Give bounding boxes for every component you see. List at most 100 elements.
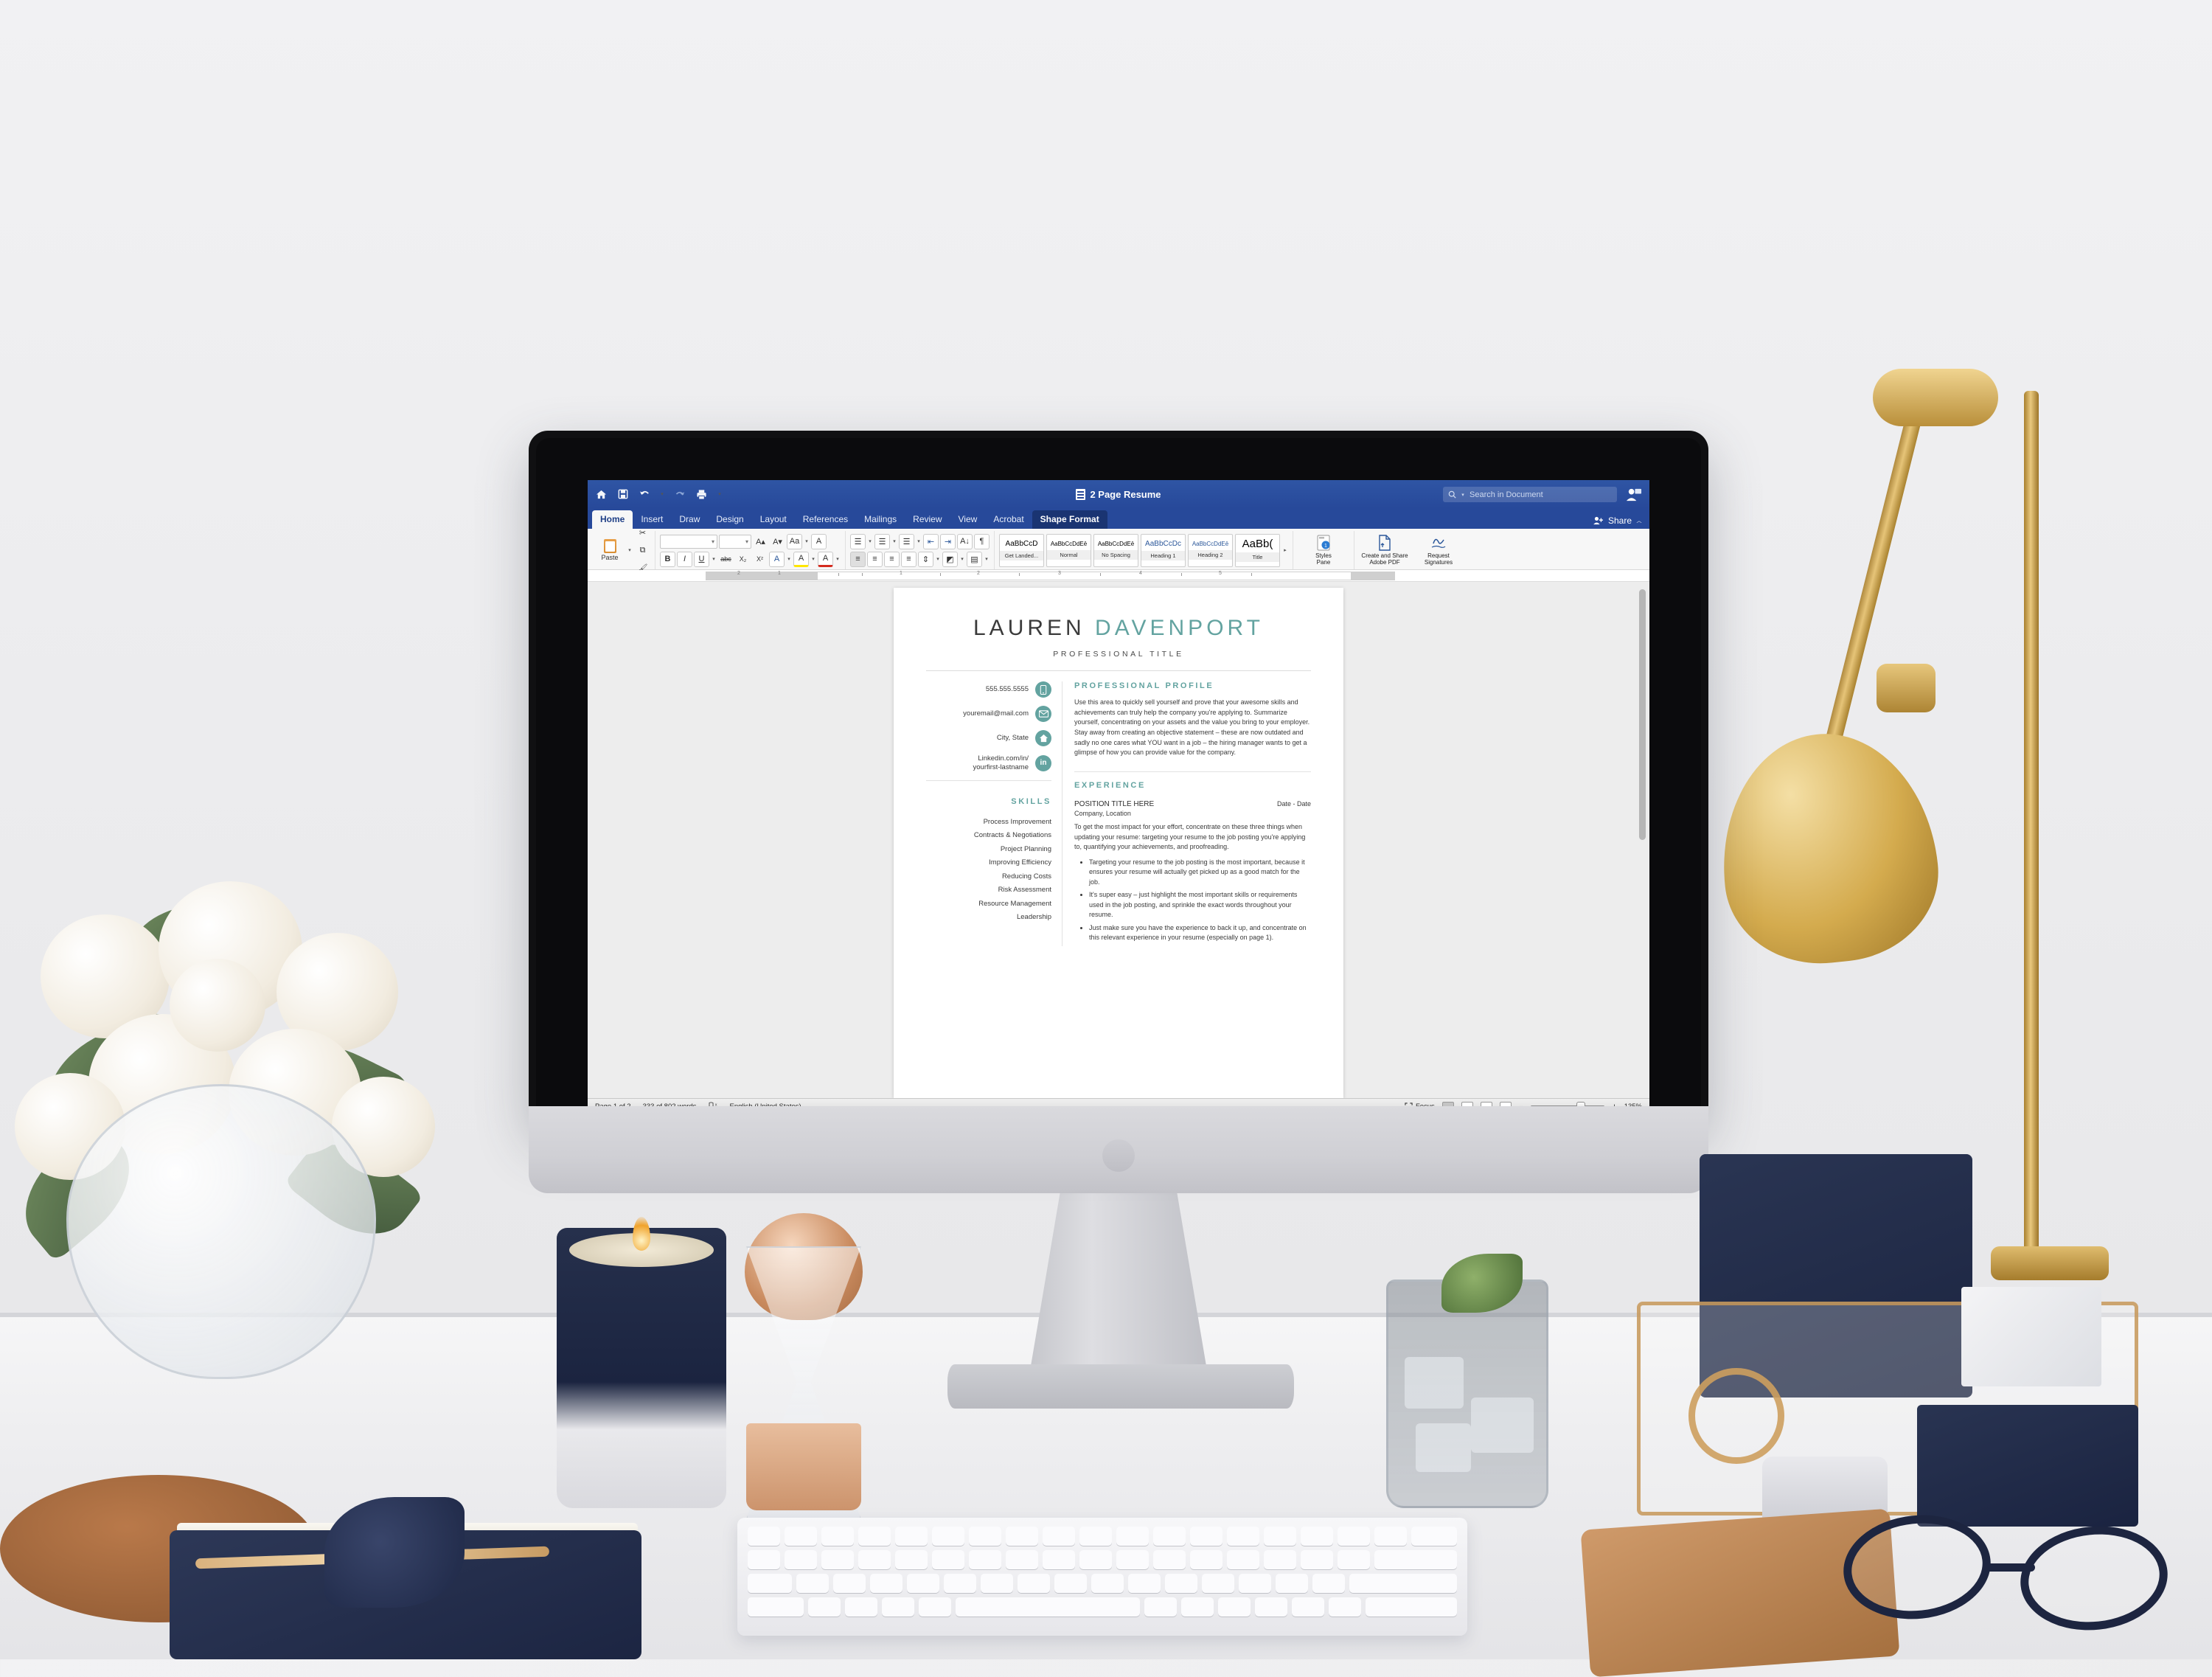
tab-draw[interactable]: Draw bbox=[671, 510, 708, 529]
ribbon-group-paragraph[interactable]: ☰ ▾ ☰ ▾ ☰ ▾ ⇤ ⇥ A↓ ¶ ≡ ≡ ≡ ≡ ⇕ ▾ ◩ ▾ ▤ ▾ bbox=[846, 531, 995, 569]
line-spacing-dropdown-icon[interactable]: ▾ bbox=[935, 556, 941, 562]
copy-icon[interactable]: ⧉ bbox=[635, 543, 650, 558]
numbering-icon[interactable]: ☰ bbox=[874, 533, 890, 549]
save-icon[interactable] bbox=[616, 488, 629, 501]
job-intro: To get the most impact for your effort, … bbox=[1074, 823, 1306, 851]
account-avatar-icon[interactable] bbox=[1625, 486, 1642, 503]
font-color-dropdown-icon[interactable]: ▾ bbox=[835, 556, 841, 562]
shrink-font-icon[interactable]: A▾ bbox=[770, 534, 785, 549]
undo-icon[interactable] bbox=[638, 488, 650, 501]
align-right-icon[interactable]: ≡ bbox=[884, 551, 900, 567]
undo-dropdown-icon[interactable]: ▾ bbox=[659, 491, 665, 497]
font-color-icon[interactable]: A bbox=[818, 551, 833, 567]
tab-references[interactable]: References bbox=[795, 510, 856, 529]
styles-more-icon[interactable]: ▸ bbox=[1282, 547, 1288, 553]
justify-icon[interactable]: ≡ bbox=[901, 551, 917, 567]
search-input[interactable]: ▾ Search in Document bbox=[1443, 487, 1617, 502]
ribbon-tab-strip[interactable]: Home Insert Draw Design Layout Reference… bbox=[588, 508, 1649, 529]
font-size-combo[interactable]: ▾ bbox=[719, 534, 751, 549]
vertical-scrollbar[interactable] bbox=[1639, 589, 1646, 840]
resume-page[interactable]: LAUREN DAVENPORT PROFESSIONAL TITLE 555.… bbox=[894, 588, 1343, 1098]
tab-mailings[interactable]: Mailings bbox=[856, 510, 905, 529]
text-effects-icon[interactable]: A bbox=[769, 551, 785, 567]
strikethrough-icon[interactable]: abc bbox=[718, 552, 734, 567]
numbering-dropdown-icon[interactable]: ▾ bbox=[891, 538, 897, 544]
quick-access-toolbar[interactable]: ▾ ▾ bbox=[595, 488, 723, 501]
paste-button[interactable]: Paste bbox=[595, 539, 625, 561]
horizontal-ruler[interactable]: 2 1 1 2 3 4 5 bbox=[588, 570, 1649, 582]
bullets-icon[interactable]: ☰ bbox=[850, 533, 866, 549]
borders-dropdown-icon[interactable]: ▾ bbox=[984, 556, 990, 562]
ribbon-group-font[interactable]: ▾ ▾ A▴ A▾ Aa ▾ A B I U ▾ abc X₂ X² A ▾ A… bbox=[655, 531, 846, 569]
contact-phone[interactable]: 555.555.5555 bbox=[926, 681, 1051, 698]
tab-acrobat[interactable]: Acrobat bbox=[985, 510, 1032, 529]
ribbon-home[interactable]: Paste ▾ ✂ ⧉ 🖌 ▾ ▾ A▴ A▾ Aa ▾ A B I U ▾ a… bbox=[588, 529, 1649, 573]
sort-icon[interactable]: A↓ bbox=[957, 533, 973, 549]
bold-icon[interactable]: B bbox=[660, 551, 675, 567]
change-case-icon[interactable]: Aa bbox=[787, 533, 802, 549]
styles-pane-button[interactable]: 1 Styles Pane bbox=[1298, 535, 1349, 566]
subscript-icon[interactable]: X₂ bbox=[735, 552, 751, 567]
show-formatting-marks-icon[interactable]: ¶ bbox=[974, 533, 990, 549]
ribbon-group-styles[interactable]: AaBbCcD Get Landed... AaBbCcDdEē Normal … bbox=[995, 531, 1293, 569]
style-title[interactable]: AaBb( Title bbox=[1235, 533, 1280, 567]
change-case-dropdown-icon[interactable]: ▾ bbox=[804, 538, 810, 544]
tab-design[interactable]: Design bbox=[708, 510, 751, 529]
share-button[interactable]: Share ︿ bbox=[1593, 515, 1642, 526]
align-left-icon[interactable]: ≡ bbox=[850, 551, 866, 567]
font-name-combo[interactable]: ▾ bbox=[660, 534, 717, 549]
decrease-indent-icon[interactable]: ⇤ bbox=[923, 533, 939, 549]
highlight-color-icon[interactable]: A bbox=[793, 551, 809, 567]
highlight-dropdown-icon[interactable]: ▾ bbox=[810, 556, 816, 562]
customize-toolbar-icon[interactable]: ▾ bbox=[717, 491, 723, 497]
increase-indent-icon[interactable]: ⇥ bbox=[940, 533, 956, 549]
superscript-icon[interactable]: X² bbox=[752, 552, 768, 567]
search-dropdown-icon[interactable]: ▾ bbox=[1460, 492, 1466, 498]
bullets-dropdown-icon[interactable]: ▾ bbox=[867, 538, 873, 544]
shading-dropdown-icon[interactable]: ▾ bbox=[959, 556, 965, 562]
ribbon-group-clipboard[interactable]: Paste ▾ ✂ ⧉ 🖌 bbox=[591, 529, 655, 573]
ribbon-group-styles-pane[interactable]: 1 Styles Pane bbox=[1293, 531, 1354, 569]
contact-text: City, State bbox=[996, 734, 1029, 743]
ribbon-group-adobe[interactable]: Create and Share Adobe PDF Request Signa… bbox=[1354, 531, 1469, 569]
tab-insert[interactable]: Insert bbox=[633, 510, 671, 529]
document-canvas[interactable]: LAUREN DAVENPORT PROFESSIONAL TITLE 555.… bbox=[588, 582, 1649, 1098]
tab-layout[interactable]: Layout bbox=[752, 510, 795, 529]
contact-location[interactable]: City, State bbox=[926, 730, 1051, 746]
tab-shape-format[interactable]: Shape Format bbox=[1032, 510, 1107, 529]
underline-icon[interactable]: U bbox=[694, 551, 709, 567]
shading-icon[interactable]: ◩ bbox=[942, 551, 958, 567]
tab-view[interactable]: View bbox=[950, 510, 986, 529]
style-get-landed[interactable]: AaBbCcD Get Landed... bbox=[999, 533, 1044, 567]
ice-cube bbox=[1471, 1398, 1534, 1453]
tab-home[interactable]: Home bbox=[592, 510, 633, 529]
style-no-spacing[interactable]: AaBbCcDdEē No Spacing bbox=[1093, 533, 1138, 567]
style-label: Heading 1 bbox=[1141, 550, 1185, 560]
italic-icon[interactable]: I bbox=[677, 551, 692, 567]
home-icon[interactable] bbox=[595, 488, 608, 501]
ruler-number: 1 bbox=[778, 571, 781, 576]
paste-dropdown-icon[interactable]: ▾ bbox=[627, 547, 633, 553]
create-share-pdf-button[interactable]: Create and Share Adobe PDF bbox=[1359, 535, 1411, 566]
contact-email[interactable]: youremail@mail.com bbox=[926, 706, 1051, 722]
grow-font-icon[interactable]: A▴ bbox=[753, 534, 768, 549]
underline-dropdown-icon[interactable]: ▾ bbox=[711, 556, 717, 562]
borders-icon[interactable]: ▤ bbox=[967, 551, 982, 567]
tab-review[interactable]: Review bbox=[905, 510, 950, 529]
multilevel-list-icon[interactable]: ☰ bbox=[899, 533, 914, 549]
align-center-icon[interactable]: ≡ bbox=[867, 551, 883, 567]
print-icon[interactable] bbox=[695, 488, 708, 501]
clipboard-tools[interactable]: ✂ ⧉ 🖌 bbox=[635, 525, 650, 576]
contact-linkedin[interactable]: Linkedin.com/in/ yourfirst-lastname in bbox=[926, 754, 1051, 772]
redo-icon[interactable] bbox=[674, 488, 686, 501]
request-signatures-button[interactable]: Request Signatures bbox=[1413, 535, 1464, 566]
line-spacing-icon[interactable]: ⇕ bbox=[918, 551, 933, 567]
style-normal[interactable]: AaBbCcDdEē Normal bbox=[1046, 533, 1091, 567]
text-effects-dropdown-icon[interactable]: ▾ bbox=[786, 556, 792, 562]
multilevel-dropdown-icon[interactable]: ▾ bbox=[916, 538, 922, 544]
clear-formatting-icon[interactable]: A bbox=[811, 533, 827, 549]
resume-columns: 555.555.5555 youremail@mail.com City, St… bbox=[926, 681, 1311, 946]
style-heading-2[interactable]: AaBbCcDdEē Heading 2 bbox=[1188, 533, 1233, 567]
style-heading-1[interactable]: AaBbCcDc Heading 1 bbox=[1141, 533, 1186, 567]
collapse-ribbon-icon[interactable]: ︿ bbox=[1636, 517, 1642, 524]
